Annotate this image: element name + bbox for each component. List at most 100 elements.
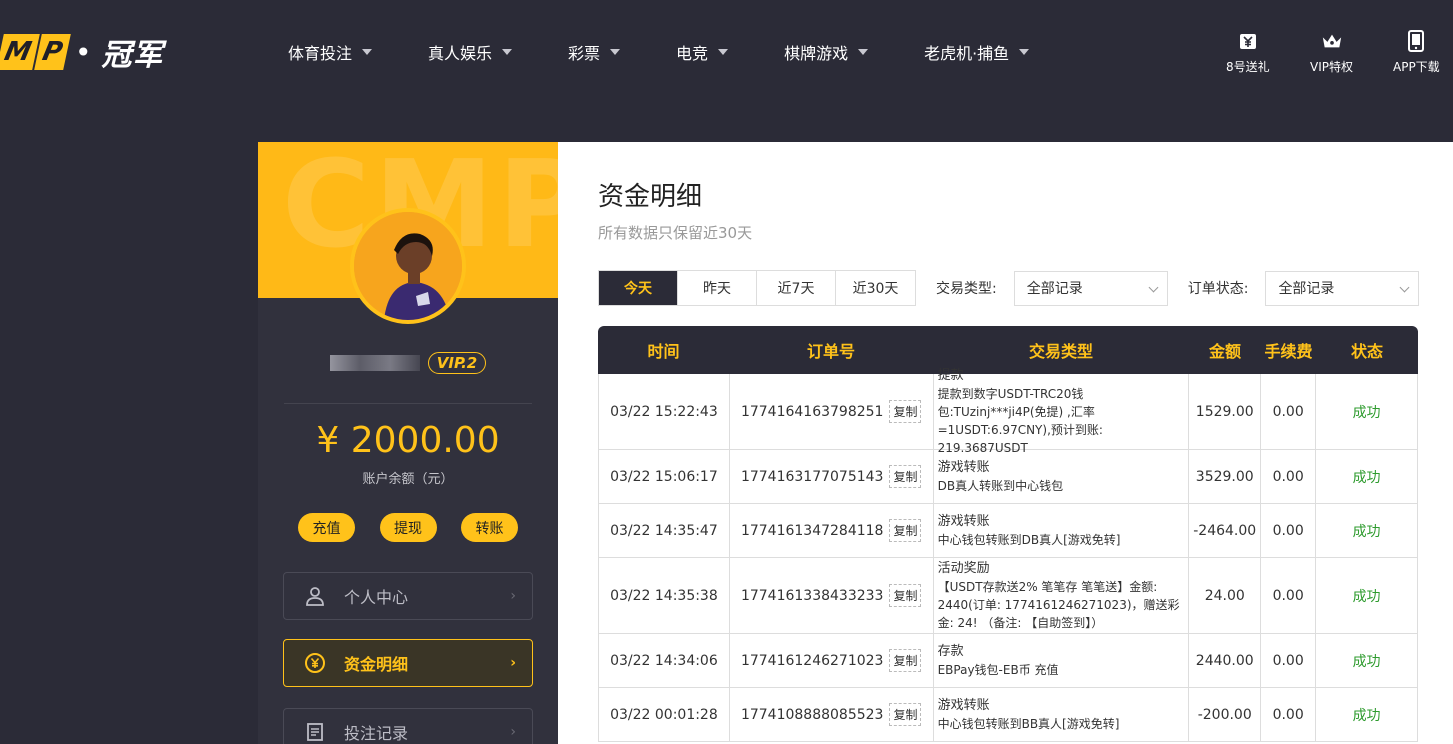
- nav-live-casino[interactable]: 真人娱乐: [428, 40, 513, 64]
- quick-gift[interactable]: 8号送礼: [1226, 30, 1270, 75]
- chevron-right-icon: ›: [510, 588, 516, 604]
- logo-letter: P: [34, 34, 71, 70]
- yen-circle-icon: [304, 652, 326, 674]
- status-cell: 成功: [1316, 688, 1418, 741]
- copy-button[interactable]: 复制: [889, 400, 922, 423]
- order-number: 1774161246271023: [740, 652, 884, 669]
- order-cell: 1774161338433233 复制: [730, 558, 934, 633]
- main-nav: 体育投注 真人娱乐 彩票 电竞 棋牌游戏 老虎机·捕鱼: [288, 32, 1085, 72]
- avatar[interactable]: [350, 208, 466, 324]
- sidebar-item-funds[interactable]: 资金明细 ›: [283, 639, 533, 687]
- wallet-actions: 充值 提现 转账: [298, 513, 518, 542]
- status-select-value: 全部记录: [1278, 281, 1335, 297]
- status-badge: 成功: [1352, 523, 1381, 540]
- transaction-type: 游戏转账: [937, 697, 990, 713]
- time-cell: 03/22 14:35:38: [599, 558, 730, 633]
- status-badge: 成功: [1352, 707, 1381, 724]
- nav-esports[interactable]: 电竞: [676, 40, 729, 64]
- logo-letter: M: [0, 34, 40, 70]
- copy-button[interactable]: 复制: [889, 519, 922, 542]
- nav-label: 棋牌游戏: [784, 44, 849, 63]
- table-row: 03/22 14:34:06 1774161246271023 复制 存款 EBPa…: [598, 634, 1418, 688]
- document-icon: [304, 721, 326, 743]
- fee-cell: 0.00: [1261, 634, 1317, 687]
- divider: [284, 403, 532, 404]
- transaction-detail: 中心钱包转账到DB真人[游戏免转]: [937, 532, 1121, 547]
- user-icon: [304, 585, 326, 607]
- phone-icon: [1405, 30, 1427, 52]
- transaction-detail: 中心钱包转账到BB真人[游戏免转]: [937, 716, 1120, 731]
- copy-button[interactable]: 复制: [889, 703, 922, 726]
- column-header: 订单号: [806, 342, 855, 361]
- copy-button[interactable]: 复制: [889, 584, 922, 607]
- transfer-button[interactable]: 转账: [461, 513, 518, 542]
- transaction-type: 提款: [937, 367, 964, 383]
- status-cell: 成功: [1316, 450, 1418, 503]
- table-row: 03/22 14:35:38 1774161338433233 复制 活动奖励 【U…: [598, 558, 1418, 634]
- transaction-type: 存款: [937, 643, 964, 659]
- sidebar-item-bet-records[interactable]: 投注记录 ›: [283, 708, 533, 744]
- type-select[interactable]: 全部记录: [1013, 270, 1168, 306]
- quick-vip[interactable]: VIP特权: [1310, 30, 1353, 75]
- fee-cell: 0.00: [1261, 558, 1317, 633]
- chevron-down-icon: [362, 49, 373, 55]
- time-cell: 03/22 00:01:28: [599, 688, 730, 741]
- status-cell: 成功: [1316, 558, 1418, 633]
- column-header: 金额: [1208, 342, 1241, 361]
- chevron-down-icon: [502, 49, 513, 55]
- balance-label: 账户余额（元）: [362, 472, 454, 487]
- chevron-down-icon: [858, 49, 869, 55]
- tab-today[interactable]: 今天: [599, 271, 678, 305]
- status-filter-label: 订单状态:: [1187, 281, 1249, 297]
- status-select[interactable]: 全部记录: [1265, 270, 1420, 306]
- nav-card-games[interactable]: 棋牌游戏: [784, 40, 869, 64]
- quick-label: 8号送礼: [1226, 60, 1270, 74]
- order-number: 1774161347284118: [740, 522, 884, 539]
- table-header: 时间 订单号 交易类型 金额 手续费 状态: [598, 326, 1418, 374]
- column-header: 交易类型: [1028, 342, 1093, 361]
- amount-cell: 2440.00: [1189, 634, 1262, 687]
- funds-detail-panel: 资金明细 所有数据只保留近30天 今天 昨天 近7天 近30天 交易类型: 全部…: [558, 142, 1453, 744]
- amount-cell: 24.00: [1189, 558, 1262, 633]
- copy-button[interactable]: 复制: [889, 649, 922, 672]
- page-subtitle: 所有数据只保留近30天: [598, 224, 753, 242]
- table-row: 03/22 15:06:17 1774163177075143 复制 游戏转账 DB…: [598, 450, 1418, 504]
- order-number: 1774164163798251: [740, 403, 884, 420]
- balance-amount: ¥ 2000.00: [316, 420, 500, 461]
- fee-cell: 0.00: [1261, 450, 1317, 503]
- copy-button[interactable]: 复制: [889, 465, 922, 488]
- withdraw-button[interactable]: 提现: [379, 513, 437, 542]
- nav-label: 电竞: [676, 44, 709, 63]
- chevron-down-icon: [1148, 282, 1159, 292]
- type-cell: 存款 EBPay钱包-EB币 充值: [934, 634, 1190, 687]
- date-range-tabs: 今天 昨天 近7天 近30天: [598, 270, 916, 306]
- quick-label: VIP特权: [1310, 60, 1353, 74]
- tab-yesterday[interactable]: 昨天: [678, 271, 757, 305]
- status-cell: 成功: [1316, 504, 1418, 557]
- sidebar-item-profile[interactable]: 个人中心 ›: [283, 572, 533, 620]
- nav-lottery[interactable]: 彩票: [568, 40, 621, 64]
- table-row: 03/22 00:01:28 1774108888085523 复制 游戏转账中心…: [598, 688, 1418, 742]
- transaction-type: 游戏转账: [937, 513, 990, 529]
- type-cell: 提款提款到数字USDT-TRC20钱包:TUzinj***ji4P(免提) ,汇…: [934, 368, 1190, 455]
- account-sidebar: CMP VIP.2 ¥ 2000.00 账户余额（元） 充值 提现 转账 个人中…: [258, 142, 558, 744]
- time-cell: 03/22 14:34:06: [599, 634, 730, 687]
- order-cell: 1774161347284118 复制: [730, 504, 934, 557]
- order-cell: 1774163177075143 复制: [730, 450, 934, 503]
- tab-7-days[interactable]: 近7天: [757, 271, 836, 305]
- nav-sports[interactable]: 体育投注: [288, 40, 373, 64]
- logo[interactable]: M P • 冠军: [0, 32, 163, 73]
- logo-dot: •: [74, 35, 92, 69]
- amount-cell: -200.00: [1189, 688, 1262, 741]
- status-cell: 成功: [1316, 634, 1418, 687]
- deposit-button[interactable]: 充值: [298, 513, 355, 542]
- quick-app[interactable]: APP下载: [1393, 30, 1440, 75]
- tab-30-days[interactable]: 近30天: [836, 271, 915, 305]
- nav-slots-fishing[interactable]: 老虎机·捕鱼: [924, 40, 1030, 64]
- transaction-detail: DB真人转账到中心钱包: [937, 478, 1064, 493]
- nav-label: 真人娱乐: [428, 44, 493, 63]
- order-number: 1774108888085523: [740, 706, 884, 723]
- time-cell: 03/22 14:35:47: [599, 504, 730, 557]
- transaction-detail: 提款到数字USDT-TRC20钱包:TUzinj***ji4P(免提) ,汇率=…: [937, 386, 1103, 455]
- type-cell: 游戏转账 DB真人转账到中心钱包: [934, 450, 1190, 503]
